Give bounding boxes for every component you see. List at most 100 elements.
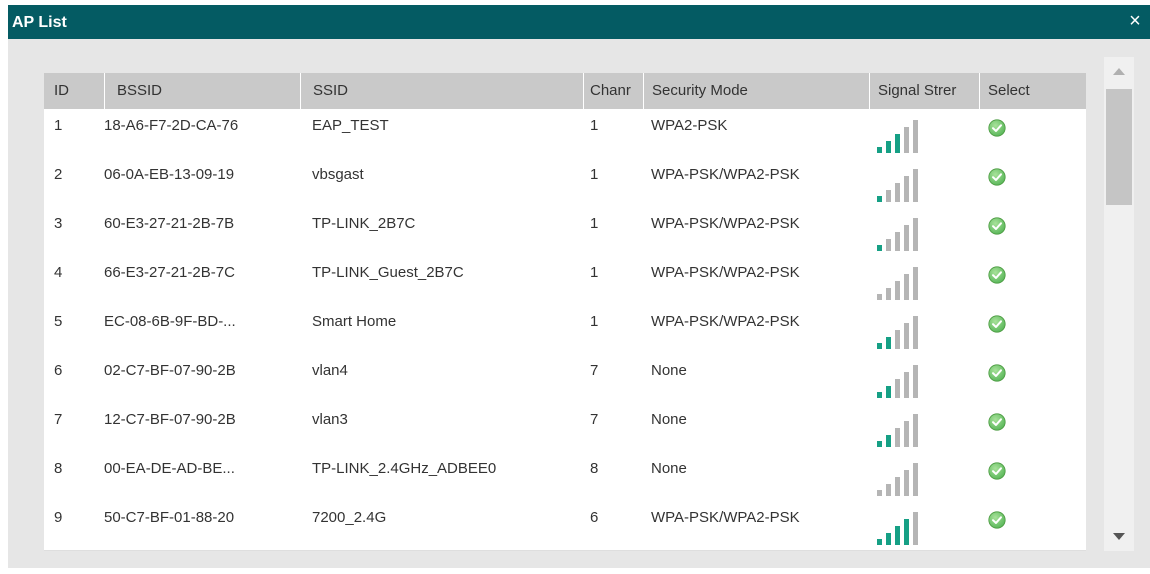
signal-bar <box>904 176 909 202</box>
signal-bar <box>886 141 891 153</box>
chevron-up-icon[interactable] <box>1104 57 1134 85</box>
signal-bar <box>895 428 900 447</box>
signal-bar <box>877 245 882 251</box>
header-channel[interactable]: Chanr <box>583 73 643 109</box>
cell-bssid: 12-C7-BF-07-90-2B <box>104 411 236 428</box>
signal-bar <box>886 386 891 398</box>
signal-bar <box>904 225 909 251</box>
header-bssid[interactable]: BSSID <box>104 73 290 109</box>
signal-bar <box>895 134 900 153</box>
cell-security-mode: None <box>651 460 687 477</box>
cell-channel: 7 <box>590 362 599 379</box>
cell-ssid: vlan4 <box>312 362 348 379</box>
cell-bssid: 66-E3-27-21-2B-7C <box>104 264 235 281</box>
signal-bar <box>895 379 900 398</box>
cell-security-mode: WPA-PSK/WPA2-PSK <box>651 313 800 330</box>
signal-bar <box>895 232 900 251</box>
close-icon[interactable]: × <box>1126 11 1144 31</box>
signal-strength-icon <box>877 120 918 153</box>
header-security-mode[interactable]: Security Mode <box>643 73 869 109</box>
cell-channel: 1 <box>590 166 599 183</box>
cell-id: 3 <box>54 215 63 232</box>
table-header: ID BSSID SSID Chanr Security Mode Signal… <box>44 73 1086 109</box>
signal-bar <box>904 470 909 496</box>
table-row[interactable]: 6 02-C7-BF-07-90-2B vlan4 7 None <box>44 354 1086 404</box>
check-circle-icon[interactable] <box>988 413 1006 431</box>
cell-channel: 1 <box>590 264 599 281</box>
cell-bssid: 00-EA-DE-AD-BE... <box>104 460 235 477</box>
dialog-titlebar: AP List × <box>8 5 1150 39</box>
cell-ssid: Smart Home <box>312 313 397 330</box>
cell-bssid: 50-C7-BF-01-88-20 <box>104 509 235 526</box>
table-row[interactable]: 5 EC-08-6B-9F-BD-... Smart Home 1 WPA-PSK/WP… <box>44 305 1086 355</box>
vertical-scrollbar[interactable] <box>1104 57 1134 551</box>
header-id[interactable]: ID <box>54 73 104 109</box>
cell-bssid: 18-A6-F7-2D-CA-76 <box>104 117 239 134</box>
cell-ssid: EAP_TEST <box>312 117 389 134</box>
ap-list-dialog: AP List × ID BSSID SSID Chanr Security M… <box>0 0 1150 574</box>
ap-table: ID BSSID SSID Chanr Security Mode Signal… <box>44 73 1086 551</box>
table-row[interactable]: 4 66-E3-27-21-2B-7C TP-LINK_Guest_2B7C 1 WPA… <box>44 256 1086 306</box>
signal-bar <box>877 343 882 349</box>
cell-security-mode: WPA-PSK/WPA2-PSK <box>651 509 800 526</box>
signal-bar <box>895 477 900 496</box>
check-circle-icon[interactable] <box>988 168 1006 186</box>
cell-ssid: TP-LINK_Guest_2B7C <box>312 264 464 281</box>
cell-channel: 7 <box>590 411 599 428</box>
check-circle-icon[interactable] <box>988 511 1006 529</box>
signal-strength-icon <box>877 267 918 300</box>
check-circle-icon[interactable] <box>988 217 1006 235</box>
table-row[interactable]: 7 12-C7-BF-07-90-2B vlan3 7 None <box>44 403 1086 453</box>
cell-channel: 1 <box>590 117 599 134</box>
cell-security-mode: WPA-PSK/WPA2-PSK <box>651 215 800 232</box>
header-ssid[interactable]: SSID <box>300 73 578 109</box>
cell-channel: 6 <box>590 509 599 526</box>
cell-ssid: TP-LINK_2.4GHz_ADBEE0 <box>312 460 497 477</box>
check-circle-icon[interactable] <box>988 462 1006 480</box>
cell-security-mode: WPA2-PSK <box>651 117 728 134</box>
cell-security-mode: None <box>651 362 687 379</box>
signal-strength-icon <box>877 218 918 251</box>
signal-bar <box>913 463 918 496</box>
cell-bssid: 02-C7-BF-07-90-2B <box>104 362 236 379</box>
cell-security-mode: None <box>651 411 687 428</box>
signal-strength-icon <box>877 365 918 398</box>
signal-bar <box>904 127 909 153</box>
signal-bar <box>877 539 882 545</box>
check-circle-icon[interactable] <box>988 119 1006 137</box>
dialog-title: AP List <box>12 14 67 31</box>
signal-bar <box>913 512 918 545</box>
check-circle-icon[interactable] <box>988 266 1006 284</box>
check-circle-icon[interactable] <box>988 364 1006 382</box>
cell-bssid: 60-E3-27-21-2B-7B <box>104 215 235 232</box>
scrollbar-thumb[interactable] <box>1106 89 1132 205</box>
signal-bar <box>877 441 882 447</box>
cell-ssid: vlan3 <box>312 411 348 428</box>
table-row[interactable]: 2 06-0A-EB-13-09-19 vbsgast 1 WPA-PSK/WPA2-P… <box>44 158 1086 208</box>
signal-bar <box>895 526 900 545</box>
signal-bar <box>913 316 918 349</box>
signal-bar <box>904 274 909 300</box>
signal-bar <box>913 218 918 251</box>
signal-bar <box>886 435 891 447</box>
chevron-down-icon[interactable] <box>1104 523 1134 551</box>
cell-id: 2 <box>54 166 63 183</box>
table-row[interactable]: 8 00-EA-DE-AD-BE... TP-LINK_2.4GHz_ADBEE0 8… <box>44 452 1086 502</box>
cell-bssid: 06-0A-EB-13-09-19 <box>104 166 235 183</box>
signal-bar <box>904 372 909 398</box>
check-circle-icon[interactable] <box>988 315 1006 333</box>
signal-bar <box>895 281 900 300</box>
header-signal-strength[interactable]: Signal Strer <box>869 73 979 109</box>
table-row[interactable]: 3 60-E3-27-21-2B-7B TP-LINK_2B7C 1 WPA-PSK/W… <box>44 207 1086 257</box>
signal-strength-icon <box>877 169 918 202</box>
signal-bar <box>895 183 900 202</box>
table-row[interactable]: 1 18-A6-F7-2D-CA-76 EAP_TEST 1 WPA2-PSK <box>44 109 1086 159</box>
header-select[interactable]: Select <box>979 73 1086 109</box>
cell-id: 9 <box>54 509 63 526</box>
cell-id: 8 <box>54 460 63 477</box>
signal-bar <box>877 196 882 202</box>
cell-channel: 8 <box>590 460 599 477</box>
table-row[interactable]: 9 50-C7-BF-01-88-20 7200_2.4G 6 WPA-PSK/WPA2… <box>44 501 1086 551</box>
cell-id: 1 <box>54 117 63 134</box>
cell-ssid: 7200_2.4G <box>312 509 387 526</box>
